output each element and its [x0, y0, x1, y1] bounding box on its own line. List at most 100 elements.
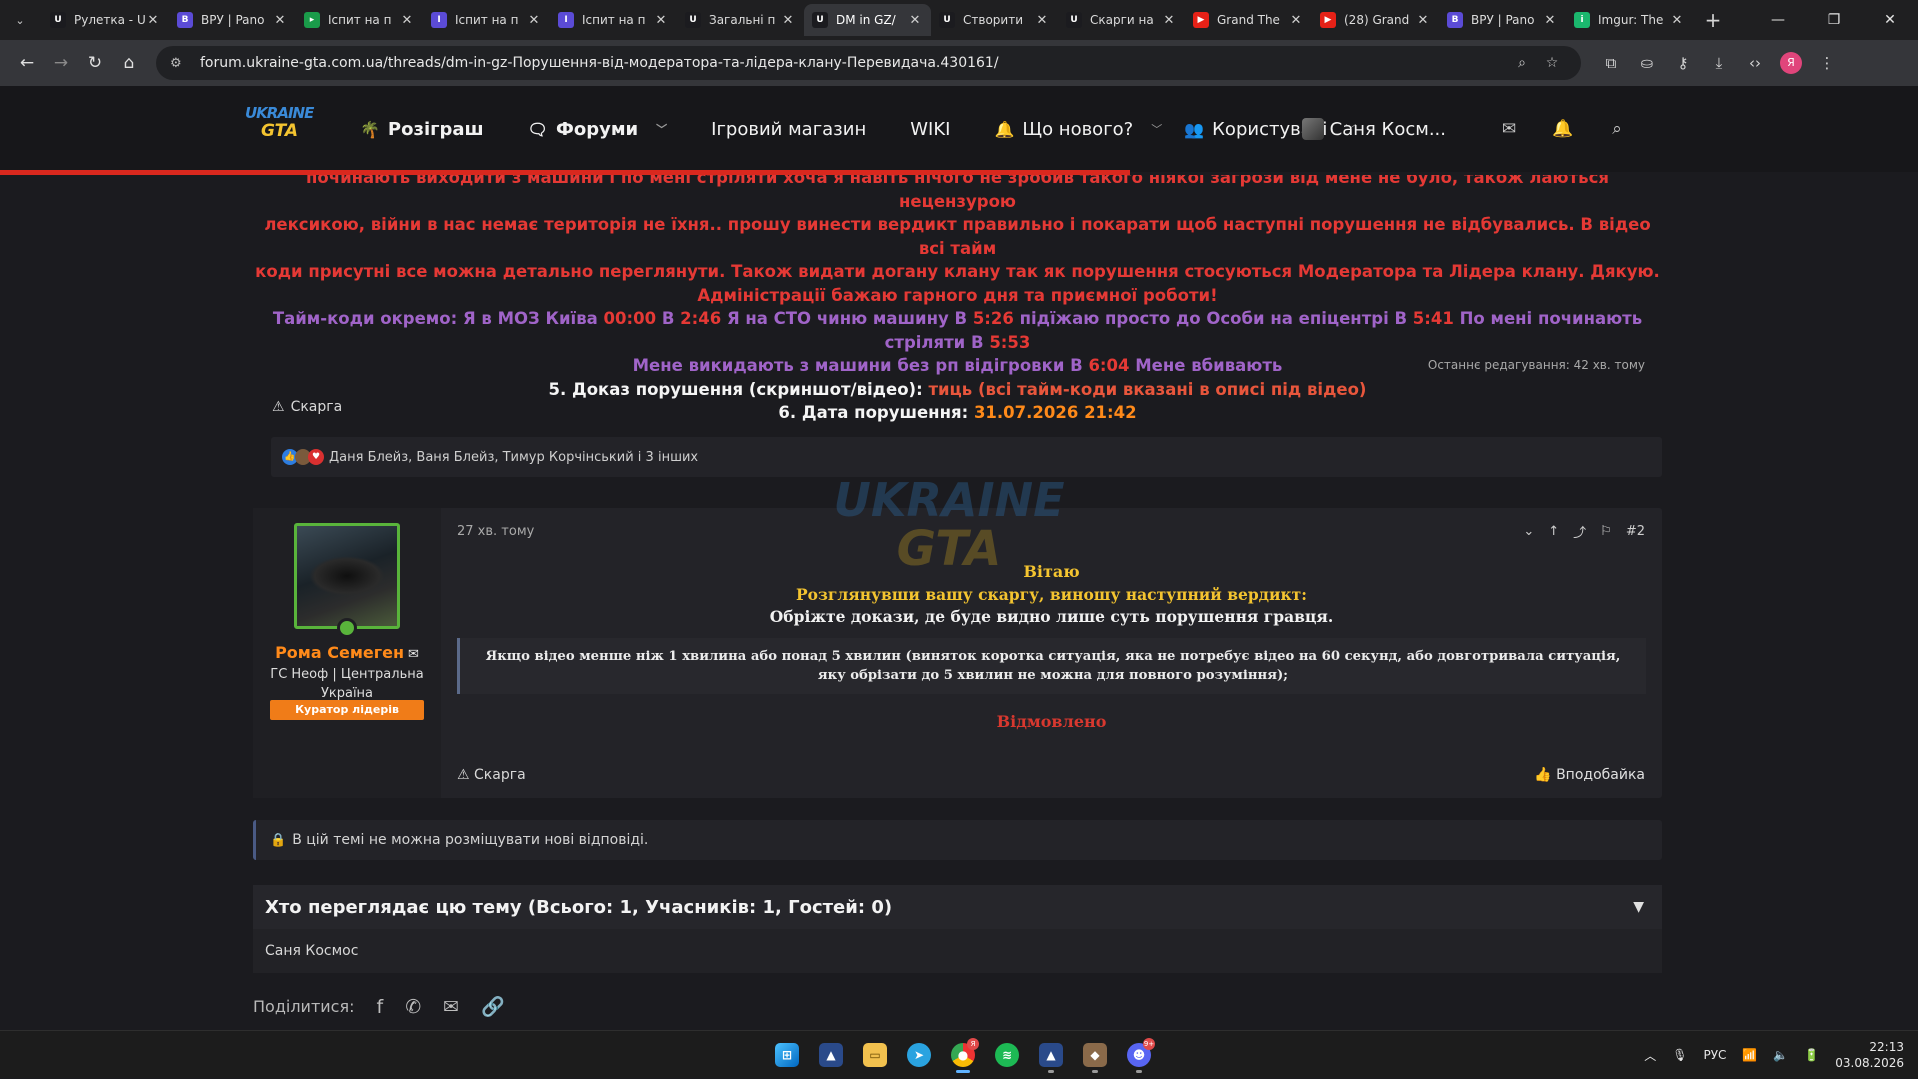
chevron-up-icon[interactable]: ︿	[1644, 1047, 1656, 1064]
author-name[interactable]: Рома Семеген	[275, 643, 404, 662]
menu-icon[interactable]: ⋮	[1809, 54, 1845, 72]
collapse-triangle-icon[interactable]: ▼	[1633, 899, 1644, 915]
share-icon[interactable]: ⤴	[1573, 522, 1586, 541]
browser-tab[interactable]: І Іспит на п ✕	[423, 4, 550, 36]
mail-icon[interactable]: ✉	[408, 647, 419, 662]
post-number[interactable]: #2	[1626, 524, 1645, 539]
facebook-icon[interactable]: f	[376, 996, 383, 1018]
microphone-icon[interactable]: 🎙	[1672, 1048, 1687, 1062]
tab-close-icon[interactable]: ✕	[653, 13, 669, 28]
viewer-name[interactable]: Саня Космос	[265, 943, 358, 959]
bookmark-icon[interactable]: ⚐	[1600, 524, 1612, 539]
wifi-icon[interactable]: 📶	[1742, 1048, 1757, 1062]
taskbar-app[interactable]: ▭	[853, 1035, 897, 1075]
tab-close-icon[interactable]: ✕	[907, 13, 923, 28]
nav-forums[interactable]: 🗨 Форуми ﹀	[528, 119, 667, 140]
tab-close-icon[interactable]: ✕	[399, 13, 415, 28]
tab-title: Рулетка - U	[74, 13, 145, 27]
battery-icon[interactable]: 🔋	[1804, 1048, 1819, 1062]
tab-close-icon[interactable]: ✕	[272, 13, 288, 28]
download-icon[interactable]: ⤓	[1701, 54, 1737, 72]
browser-tab[interactable]: ▸ Іспит на п ✕	[296, 4, 423, 36]
viewers-header[interactable]: Хто переглядає цю тему (Всього: 1, Учасн…	[253, 885, 1662, 929]
tab-close-icon[interactable]: ✕	[1669, 13, 1685, 28]
browser-tab[interactable]: U Загальні п ✕	[677, 4, 804, 36]
reload-icon[interactable]: ↻	[78, 46, 112, 80]
whatsapp-icon[interactable]: ✆	[405, 996, 421, 1018]
taskbar-app[interactable]: ◆	[1073, 1035, 1117, 1075]
browser-tab[interactable]: i Imgur: The ✕	[1566, 4, 1693, 36]
minimize-icon[interactable]: —	[1750, 0, 1806, 40]
passwords-icon[interactable]: ⚷	[1665, 54, 1701, 72]
tab-search-button[interactable]: ⌄	[6, 6, 34, 34]
like-button[interactable]: 👍 Вподобайка	[1534, 767, 1645, 783]
chevron-circle-icon[interactable]: ⌄	[1523, 524, 1534, 539]
language-indicator[interactable]: РУС	[1703, 1048, 1726, 1062]
post-author[interactable]: Рома Семеген ✉	[253, 643, 441, 662]
taskbar-app[interactable]: ➤	[897, 1035, 941, 1075]
search-icon[interactable]: ⌕	[1590, 119, 1644, 139]
browser-tab[interactable]: І Іспит на п ✕	[550, 4, 677, 36]
browser-tab[interactable]: U Рулетка - U ✕	[42, 4, 169, 36]
reactions-users[interactable]: Даня Блейз, Ваня Блейз, Тимур Корчінськи…	[329, 450, 698, 465]
taskbar-app[interactable]: ▲	[1029, 1035, 1073, 1075]
home-icon[interactable]: ⌂	[112, 46, 146, 80]
browser-tab[interactable]: В ВРУ | Pano ✕	[1439, 4, 1566, 36]
volume-icon[interactable]: 🔈	[1773, 1048, 1788, 1062]
clock[interactable]: 22:13 03.08.2026	[1835, 1039, 1904, 1071]
back-icon[interactable]: ←	[10, 46, 44, 80]
extensions-icon[interactable]: ⧉	[1593, 54, 1629, 72]
report-button[interactable]: ⚠ Скарга	[457, 767, 526, 783]
taskbar-app[interactable]: ● Я	[941, 1035, 985, 1075]
tab-close-icon[interactable]: ✕	[780, 13, 796, 28]
inbox-icon[interactable]: ✉	[1482, 119, 1536, 139]
reactions-bar[interactable]: 👍 ♥ Даня Блейз, Ваня Блейз, Тимур Корчін…	[271, 437, 1662, 477]
alerts-bell-icon[interactable]: 🔔	[1536, 119, 1590, 139]
tab-close-icon[interactable]: ✕	[1288, 13, 1304, 28]
email-icon[interactable]: ✉	[443, 996, 459, 1018]
taskbar-app[interactable]: ☻ 9+	[1117, 1035, 1161, 1075]
browser-tab[interactable]: В ВРУ | Pano ✕	[169, 4, 296, 36]
new-tab-button[interactable]: +	[1699, 8, 1727, 32]
forward-icon[interactable]: →	[44, 46, 78, 80]
browser-tabstrip: ⌄ U Рулетка - U ✕ В ВРУ | Pano ✕ ▸ Іспит на п ✕ І…	[0, 0, 1918, 40]
bookmark-star-icon[interactable]: ☆	[1537, 55, 1567, 71]
browser-tab[interactable]: ▶ Grand The ✕	[1185, 4, 1312, 36]
arrow-up-icon[interactable]: ↑	[1548, 524, 1559, 539]
tab-close-icon[interactable]: ✕	[526, 13, 542, 28]
site-info-icon[interactable]: ⚙	[170, 56, 188, 71]
browser-tab[interactable]: ▶ (28) Grand ✕	[1312, 4, 1439, 36]
nav-wiki[interactable]: WIKI	[910, 119, 950, 140]
incognito-icon[interactable]: ⛀	[1629, 54, 1665, 72]
browser-tab[interactable]: U Скарги на ✕	[1058, 4, 1185, 36]
tab-close-icon[interactable]: ✕	[1161, 13, 1177, 28]
close-window-icon[interactable]: ✕	[1862, 0, 1918, 40]
browser-tab[interactable]: U Створити ✕	[931, 4, 1058, 36]
proof-link[interactable]: тиць (всі тайм-коди вказані в описі під …	[928, 380, 1366, 399]
site-logo[interactable]: UKRAINE GTA	[245, 104, 314, 150]
taskbar-app[interactable]: ▲	[809, 1035, 853, 1075]
verdict-intro: Розглянувши вашу скаргу, виношу наступни…	[795, 585, 1308, 604]
profile-avatar[interactable]: Я	[1780, 52, 1802, 74]
user-menu[interactable]: Саня Косм...	[1301, 118, 1446, 140]
link-icon[interactable]: 🔗	[481, 995, 505, 1018]
nav-giveaway[interactable]: 🌴 Розіграш	[360, 119, 484, 140]
start-button[interactable]: ⊞	[765, 1035, 809, 1075]
tab-close-icon[interactable]: ✕	[1415, 13, 1431, 28]
restore-icon[interactable]: ❐	[1806, 0, 1862, 40]
url-text[interactable]: forum.ukraine-gta.com.ua/threads/dm-in-g…	[200, 55, 1507, 71]
last-edited[interactable]: Останнє редагування: 42 хв. тому	[1428, 358, 1645, 372]
user-avatar[interactable]	[294, 523, 400, 629]
tab-close-icon[interactable]: ✕	[145, 13, 161, 28]
devtools-icon[interactable]: ‹›	[1737, 54, 1773, 72]
zoom-icon[interactable]: ⌕	[1507, 55, 1537, 71]
taskbar-app[interactable]: ≋	[985, 1035, 1029, 1075]
nav-whats-new[interactable]: 🔔 Що нового? ﹀	[994, 119, 1162, 140]
tab-close-icon[interactable]: ✕	[1034, 13, 1050, 28]
post-time[interactable]: 27 хв. тому	[457, 524, 534, 539]
browser-tab[interactable]: U DM in GZ/ ✕	[804, 4, 931, 36]
nav-shop[interactable]: Ігровий магазин	[711, 119, 866, 140]
report-button[interactable]: ⚠ Скарга	[272, 399, 342, 415]
tab-close-icon[interactable]: ✕	[1542, 13, 1558, 28]
address-bar[interactable]: ⚙ forum.ukraine-gta.com.ua/threads/dm-in…	[156, 46, 1581, 80]
